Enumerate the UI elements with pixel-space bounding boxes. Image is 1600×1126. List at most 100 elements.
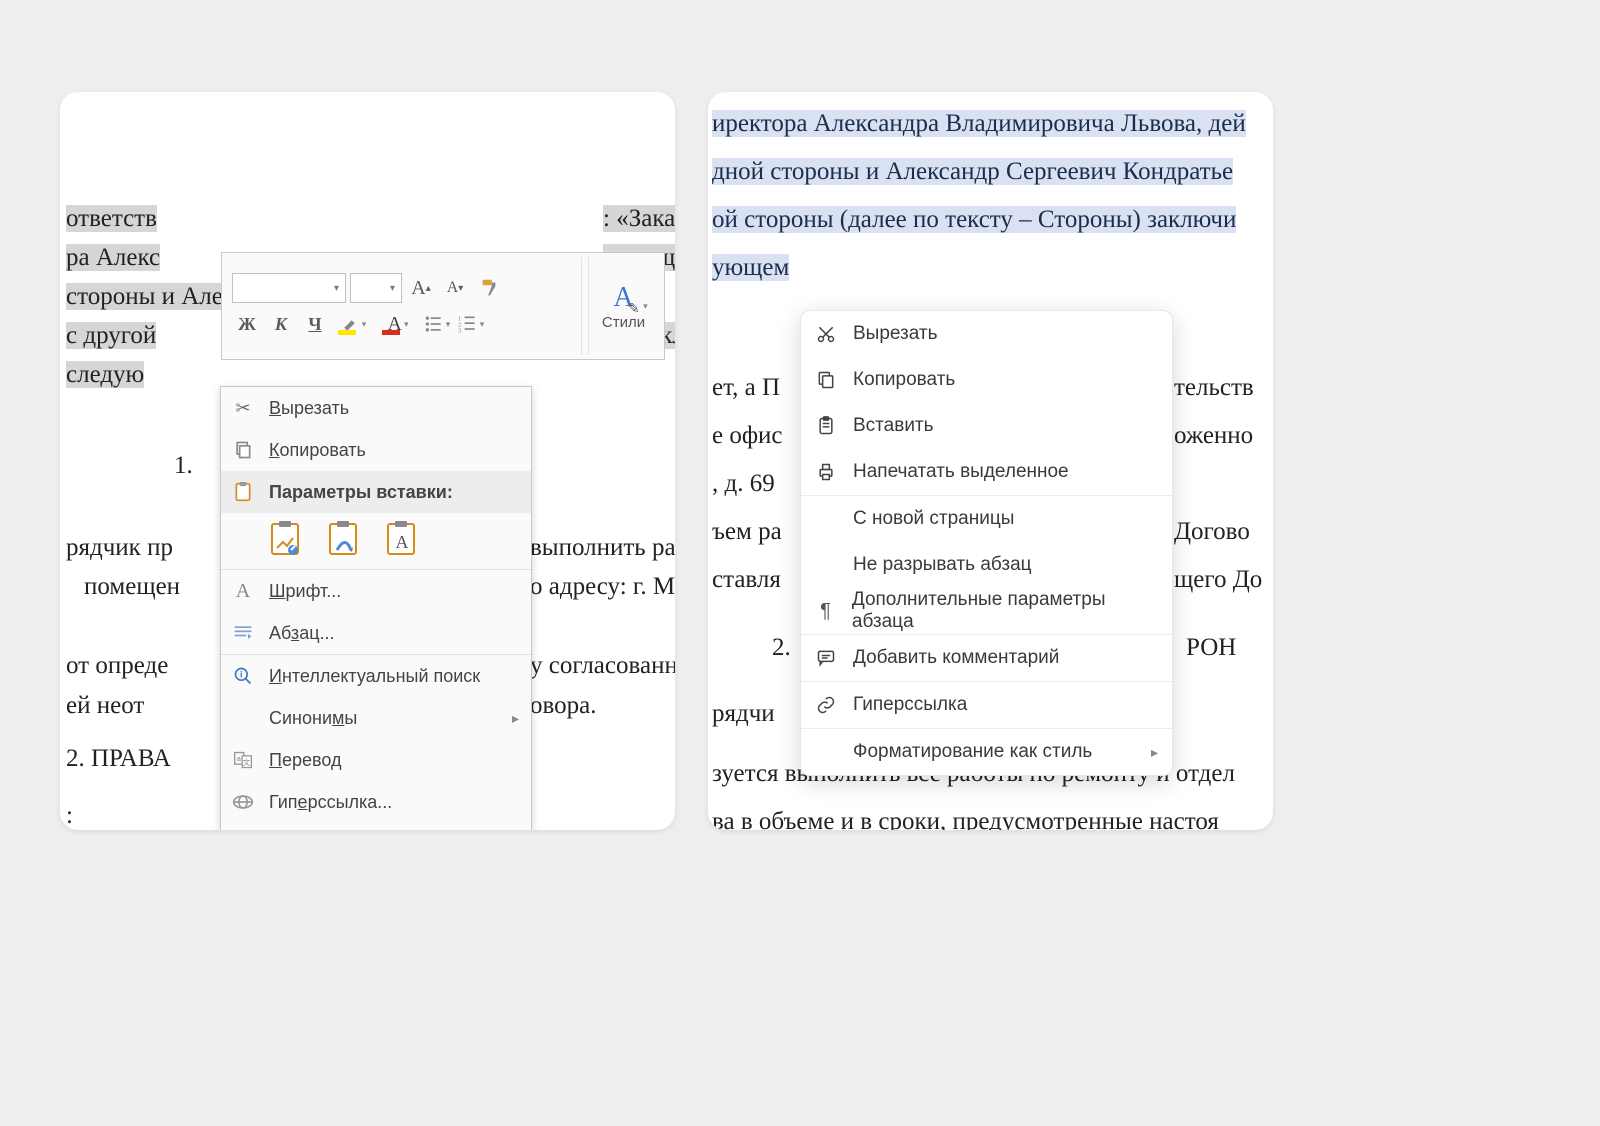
- menu-label: ВВырезатьырезать: [269, 398, 349, 419]
- menu-label: Интеллектуальный поиск: [269, 666, 480, 687]
- doc-line: о адресу: г. Мо: [530, 568, 675, 607]
- doc-line: Догово: [1174, 508, 1250, 557]
- copy-icon: [815, 370, 837, 390]
- menu-label: Синонимы: [269, 708, 357, 729]
- comment-icon: [815, 648, 837, 668]
- paste-item[interactable]: Вставить: [801, 403, 1172, 449]
- doc-line: оженно: [1174, 412, 1253, 461]
- scissors-icon: ✂: [231, 398, 255, 419]
- doc-line: ответств: [66, 200, 157, 239]
- numbering-icon: 123: [458, 314, 478, 334]
- numbering-button[interactable]: 123 ▾: [456, 309, 486, 339]
- menu-label: Гиперссылка...: [269, 792, 392, 813]
- submenu-arrow-icon: ▸: [512, 710, 519, 727]
- svg-text:A: A: [396, 532, 409, 552]
- paragraph-options-item[interactable]: ¶ Дополнительные параметры абзаца: [801, 588, 1172, 634]
- font-item[interactable]: A Шрифт...: [221, 570, 531, 612]
- font-size-combo[interactable]: ▾: [350, 273, 402, 303]
- doc-line: ставля: [712, 556, 781, 605]
- menu-label: Вырезать: [853, 323, 938, 345]
- font-family-combo[interactable]: ▾: [232, 273, 346, 303]
- menu-label: Дополнительные параметры абзаца: [852, 589, 1156, 633]
- doc-line: иректора Александра Владимировича Львова…: [712, 100, 1246, 149]
- menu-label: Гиперссылка: [853, 694, 967, 716]
- menu-label: С новой страницы: [853, 508, 1014, 530]
- hyperlink-item[interactable]: Гиперссылка...: [221, 781, 531, 823]
- menu-label: Не разрывать абзац: [853, 554, 1032, 576]
- doc-line: с другой: [66, 317, 156, 356]
- doc-line: ующем: [712, 244, 789, 293]
- pilcrow-icon: ¶: [815, 600, 836, 623]
- bold-button[interactable]: Ж: [232, 309, 262, 339]
- smart-lookup-icon: i: [231, 666, 255, 686]
- synonyms-item[interactable]: Синонимы ▸: [221, 697, 531, 739]
- underline-button[interactable]: Ч: [300, 309, 330, 339]
- format-painter-button[interactable]: [474, 273, 504, 303]
- paste-merge-formatting[interactable]: [325, 519, 363, 559]
- clipboard-icon: [815, 415, 837, 437]
- menu-label: Вставить: [853, 415, 934, 437]
- keep-paragraph-item[interactable]: Не разрывать абзац: [801, 542, 1172, 588]
- smart-lookup-item[interactable]: i Интеллектуальный поиск: [221, 655, 531, 697]
- styles-icon: А✎▾: [613, 282, 633, 314]
- menu-label: Абзац...: [269, 623, 335, 644]
- paste-keep-formatting[interactable]: [267, 519, 305, 559]
- menu-label: Копировать: [269, 440, 366, 461]
- doc-line: щего До: [1174, 556, 1262, 605]
- doc-line: , д. 69: [712, 460, 775, 509]
- doc-line: у согласованно: [530, 647, 675, 686]
- print-selection-item[interactable]: Напечатать выделенное: [801, 449, 1172, 495]
- menu-label: Напечатать выделенное: [853, 461, 1069, 483]
- format-painter-icon: [478, 277, 500, 299]
- doc-line: 1.: [174, 447, 193, 486]
- cut-item[interactable]: ✂ ВВырезатьырезать: [221, 387, 531, 429]
- doc-line: от опреде: [66, 647, 168, 686]
- doc-line: выполнить раб: [530, 529, 675, 568]
- font-color-button[interactable]: А ▾: [378, 309, 418, 339]
- context-menu-simple: Вырезать Копировать Вставить Напечатать …: [800, 310, 1173, 776]
- italic-button[interactable]: К: [266, 309, 296, 339]
- paragraph-item[interactable]: Абзац...: [221, 612, 531, 654]
- scissors-icon: [815, 324, 837, 344]
- clipboard-icon: [231, 481, 255, 503]
- add-comment-item[interactable]: Добавить комментарий: [801, 635, 1172, 681]
- copy-item[interactable]: Копировать: [221, 429, 531, 471]
- bullets-button[interactable]: ▾: [422, 309, 452, 339]
- svg-text:i: i: [240, 670, 243, 680]
- paragraph-icon: [231, 624, 255, 642]
- cut-item[interactable]: Вырезать: [801, 311, 1172, 357]
- highlight-color-button[interactable]: ▾: [334, 309, 374, 339]
- shrink-font-button[interactable]: A▾: [440, 273, 470, 303]
- doc-line: ет, а П: [712, 364, 780, 413]
- context-menu-word: ✂ ВВырезатьырезать Копировать Параметры …: [220, 386, 532, 830]
- menu-label: Копировать: [853, 369, 955, 391]
- menu-label: Параметры вставки:: [269, 482, 453, 503]
- hyperlink-icon: [231, 793, 255, 811]
- menu-label: Шрифт...: [269, 581, 341, 602]
- editor-screenshot-right: иректора Александра Владимировича Львова…: [708, 92, 1273, 830]
- doc-line: рядчи: [712, 690, 775, 739]
- doc-line: :: [66, 797, 73, 830]
- paste-options-header: Параметры вставки:: [221, 471, 531, 513]
- doc-line: ра Алекс: [66, 239, 160, 278]
- grow-font-button[interactable]: A▴: [406, 273, 436, 303]
- submenu-arrow-icon: ▸: [1151, 744, 1158, 761]
- format-as-style-item[interactable]: Форматирование как стиль ▸: [801, 729, 1172, 775]
- hyperlink-item[interactable]: Гиперссылка: [801, 682, 1172, 728]
- copy-item[interactable]: Копировать: [801, 357, 1172, 403]
- doc-line: 2.: [772, 624, 791, 673]
- new-comment-item[interactable]: + Создать примечание: [221, 823, 531, 830]
- doc-line: ъем ра: [712, 508, 782, 557]
- doc-line: овора.: [530, 687, 596, 726]
- word-screenshot-left: ответств : «Зака ра Алекс твующе стороны…: [60, 92, 675, 830]
- svg-text:3: 3: [458, 327, 462, 334]
- svg-text:文: 文: [243, 757, 251, 767]
- doc-line: следую: [66, 356, 144, 395]
- translate-item[interactable]: a文 Перевод: [221, 739, 531, 781]
- new-page-item[interactable]: С новой страницы: [801, 496, 1172, 542]
- doc-line: ой стороны (далее по тексту – Стороны) з…: [712, 196, 1236, 245]
- copy-icon: [231, 440, 255, 460]
- paste-options-row: A: [221, 513, 531, 569]
- paste-text-only[interactable]: A: [383, 519, 421, 559]
- styles-button[interactable]: А✎▾ Стили: [588, 257, 658, 355]
